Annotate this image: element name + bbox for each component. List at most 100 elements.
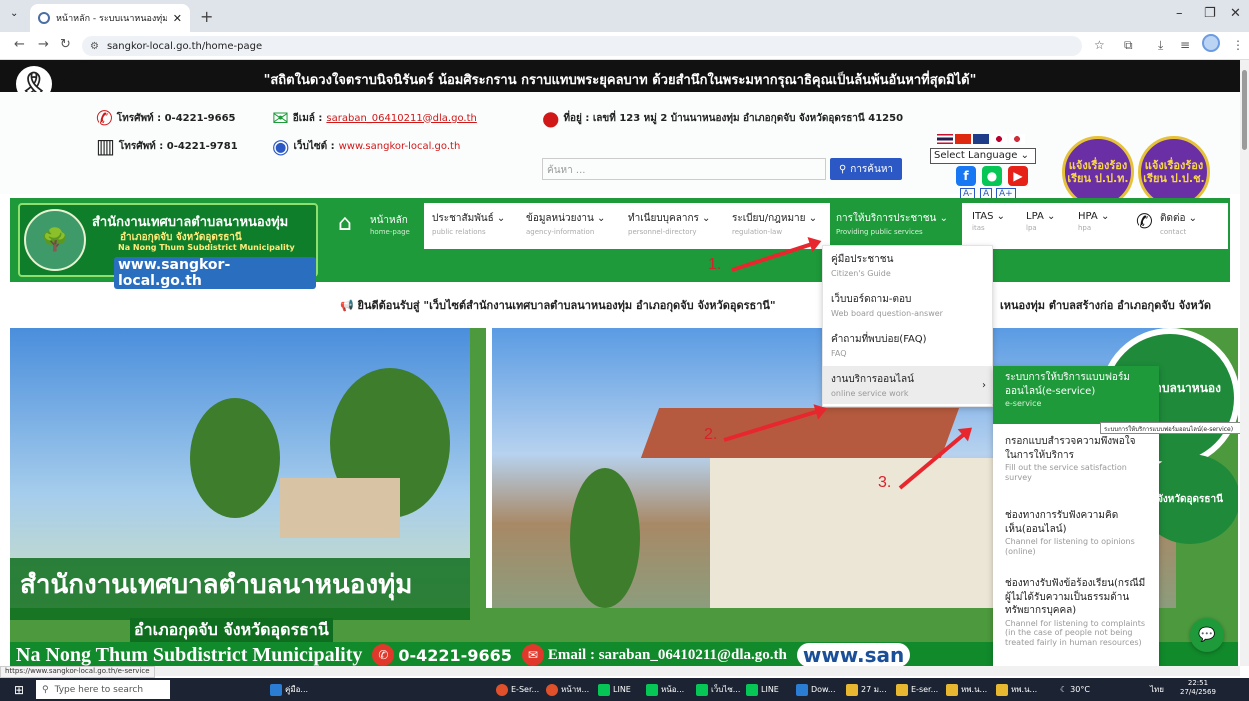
- taskbar-app-9[interactable]: 27 ม...: [846, 682, 887, 697]
- horizontal-scrollbar[interactable]: [0, 666, 1240, 676]
- location-pin-icon: ●: [542, 106, 560, 130]
- download-icon[interactable]: ⤓: [1158, 38, 1163, 53]
- contact-phone-icon: ✆: [1136, 209, 1153, 233]
- taskbar-app-4[interactable]: LINE: [598, 682, 631, 697]
- nav-hpa[interactable]: HPA ⌄ hpa: [1078, 211, 1109, 232]
- taskbar-app-1[interactable]: คู่มือ...: [270, 682, 308, 697]
- flag-uk-icon[interactable]: [973, 134, 989, 144]
- online-service-submenu: ระบบการให้บริการแบบฟอร์มออนไลน์(e-servic…: [993, 366, 1159, 666]
- minimize-icon[interactable]: –: [1176, 6, 1183, 21]
- youtube-icon[interactable]: ▶: [1008, 166, 1028, 186]
- email-info: ✉ อีเมล์ : saraban_06410211@dla.go.th: [272, 106, 477, 130]
- taskbar-search[interactable]: ⚲ Type here to search: [36, 680, 170, 699]
- fax-icon: ▥: [96, 134, 115, 158]
- taskbar-app-11[interactable]: หพ.น...: [946, 682, 987, 697]
- flag-japan-icon[interactable]: [991, 134, 1007, 144]
- flag-korea-icon[interactable]: [1009, 134, 1025, 144]
- office-building: [710, 458, 1030, 608]
- dropdown-faq[interactable]: คำถามที่พบบ่อย(FAQ) FAQ: [823, 326, 994, 364]
- nav-agency-information[interactable]: ข้อมูลหน่วยงาน ⌄ agency-information: [526, 211, 605, 236]
- search-button[interactable]: ⚲ การค้นหา: [830, 158, 902, 180]
- facebook-icon[interactable]: f: [956, 166, 976, 186]
- taskbar-app-2[interactable]: E-Ser...: [496, 682, 539, 697]
- extensions-icon[interactable]: ⧉: [1124, 38, 1133, 53]
- banner-title: สำนักงานเทศบาลตำบลนาหนองทุ่ม: [10, 558, 470, 620]
- reload-icon[interactable]: ↻: [60, 37, 71, 52]
- search-input[interactable]: ค้นหา ...: [542, 158, 826, 180]
- new-tab-button[interactable]: +: [200, 7, 213, 26]
- taskbar-app-12[interactable]: หพ.น...: [996, 682, 1037, 697]
- taskbar-app-3[interactable]: หน้าห...: [546, 682, 589, 697]
- website-link[interactable]: www.sangkor-local.go.th: [339, 141, 461, 152]
- submenu-e-service[interactable]: ระบบการให้บริการแบบฟอร์มออนไลน์(e-servic…: [993, 366, 1159, 424]
- profile-avatar[interactable]: [1202, 34, 1220, 52]
- forward-icon[interactable]: →: [38, 37, 49, 52]
- back-icon[interactable]: ←: [14, 37, 25, 52]
- submenu-complaints[interactable]: ช่องทางรับฟังข้อร้องเรียน(กรณีมีผู้ไม่ได…: [993, 572, 1159, 652]
- reading-list-icon[interactable]: ≡: [1180, 38, 1190, 52]
- tab-title: หน้าหลัก - ระบบเนาหนองทุ่ม อ.กุดจับ: [56, 14, 167, 24]
- annotation-label-2: 2.: [704, 426, 718, 443]
- input-language[interactable]: ไทย: [1150, 682, 1164, 697]
- office-building-small: [280, 478, 400, 538]
- weather-widget[interactable]: ☾ 30°C: [1060, 682, 1090, 697]
- flag-china-icon[interactable]: [955, 134, 971, 144]
- nav-itas[interactable]: ITAS ⌄ itas: [972, 211, 1005, 232]
- browser-tab-bar: ⌄ หน้าหลัก - ระบบเนาหนองทุ่ม อ.กุดจับ ✕ …: [0, 0, 1249, 32]
- mail-icon: ✉: [521, 644, 544, 666]
- bookmark-star-icon[interactable]: ☆: [1094, 38, 1105, 52]
- nav-lpa[interactable]: LPA ⌄ lpa: [1026, 211, 1055, 232]
- line-icon[interactable]: ●: [982, 166, 1002, 186]
- nav-public-services[interactable]: การให้บริการประชาชน ⌄ Providing public se…: [830, 203, 962, 249]
- url-text: sangkor-local.go.th/home-page: [106, 40, 263, 52]
- menu-icon[interactable]: ⋮: [1232, 38, 1244, 52]
- language-select[interactable]: Select Language ⌄: [930, 148, 1036, 164]
- nav-personnel-directory[interactable]: ทำเนียบบุคลากร ⌄ personnel-directory: [628, 211, 710, 236]
- taskbar-app-5[interactable]: หน้อ...: [646, 682, 684, 697]
- nav-menu: ⌂ หน้าหลัก home-page ประชาสัมพันธ์ ⌄ publ…: [328, 203, 1228, 249]
- restore-icon[interactable]: ❐: [1204, 6, 1216, 21]
- submenu-satisfaction-survey[interactable]: กรอกแบบสำรวจความพึงพอใจในการให้บริการ Fil…: [993, 430, 1159, 487]
- nav-contact[interactable]: ติดต่อ ⌄ contact: [1160, 211, 1197, 236]
- site-logo[interactable]: 🌳 สำนักงานเทศบาลตำบลนาหนองทุ่ม อำเภอกุดจ…: [18, 203, 318, 289]
- email-link[interactable]: saraban_06410211@dla.go.th: [326, 113, 476, 124]
- favicon-icon: [38, 12, 50, 24]
- browser-tab[interactable]: หน้าหลัก - ระบบเนาหนองทุ่ม อ.กุดจับ ✕: [30, 4, 190, 32]
- taskbar-app-10[interactable]: E-ser...: [896, 682, 938, 697]
- tab-search-icon[interactable]: ⌄: [10, 8, 18, 19]
- submenu-opinions[interactable]: ช่องทางการรับฟังความคิดเห็น(ออนไลน์) Chan…: [993, 504, 1159, 561]
- url-input[interactable]: ⚙ sangkor-local.go.th/home-page: [82, 36, 1082, 56]
- nav-regulation-law[interactable]: ระเบียบ/กฎหมาย ⌄ regulation-law: [732, 211, 817, 236]
- nav-public-relations[interactable]: ประชาสัมพันธ์ ⌄ public relations: [432, 211, 505, 236]
- dropdown-citizen-guide[interactable]: คู่มือประชาชน Citizen's Guide: [823, 246, 994, 284]
- nav-home[interactable]: ⌂ หน้าหลัก home-page: [328, 203, 424, 249]
- taskbar-app-8[interactable]: Dow...: [796, 682, 836, 697]
- close-window-icon[interactable]: ✕: [1230, 6, 1241, 21]
- tab-close-icon[interactable]: ✕: [173, 12, 182, 25]
- flag-thai-icon[interactable]: [937, 134, 953, 144]
- windows-taskbar: ⊞ ⚲ Type here to search คู่มือ... E-Ser.…: [0, 678, 1249, 701]
- search-icon: ⚲: [838, 163, 847, 175]
- status-url: https://www.sangkor-local.go.th/e-servic…: [0, 666, 155, 678]
- dropdown-online-service[interactable]: งานบริการออนไลน์ online service work ›: [823, 366, 994, 404]
- taskbar-app-7[interactable]: LINE: [746, 682, 779, 697]
- phone-info-2: ▥ โทรศัพท์ : 0-4221-9781: [96, 134, 238, 158]
- windows-start-icon[interactable]: ⊞: [14, 683, 24, 697]
- banner-subtitle: อำเภอกุดจับ จังหวัดอุดรธานี: [130, 618, 333, 643]
- dropdown-webboard[interactable]: เว็บบอร์ดถาม-ตอบ Web board question-answe…: [823, 286, 994, 324]
- taskbar-app-6[interactable]: เว็บไซ...: [696, 682, 740, 697]
- logo-url: www.sangkor-local.go.th: [114, 257, 316, 289]
- site-info-icon[interactable]: ⚙: [90, 41, 99, 52]
- phone-info-1: ✆ โทรศัพท์ : 0-4221-9665: [96, 106, 236, 130]
- public-services-dropdown: คู่มือประชาชน Citizen's Guide เว็บบอร์ดถา…: [822, 245, 994, 407]
- taskbar-clock[interactable]: 22:51 27/4/2569: [1180, 679, 1216, 697]
- chat-widget-button[interactable]: 💬: [1190, 618, 1224, 652]
- scrollbar-thumb[interactable]: [1242, 70, 1247, 150]
- vertical-scrollbar[interactable]: [1240, 60, 1249, 666]
- banner-web: www.san: [796, 643, 911, 666]
- logo-english: Na Nong Thum Subdistrict Municipality: [118, 243, 295, 252]
- logo-title: สำนักงานเทศบาลตำบลนาหนองทุ่ม: [92, 215, 289, 230]
- emblem-icon: 🌳: [24, 209, 86, 271]
- contact-header: ✆ โทรศัพท์ : 0-4221-9665 ▥ โทรศัพท์ : 0-…: [0, 92, 1240, 208]
- address-bar: ← → ↻ ⚙ sangkor-local.go.th/home-page ☆ …: [0, 32, 1249, 60]
